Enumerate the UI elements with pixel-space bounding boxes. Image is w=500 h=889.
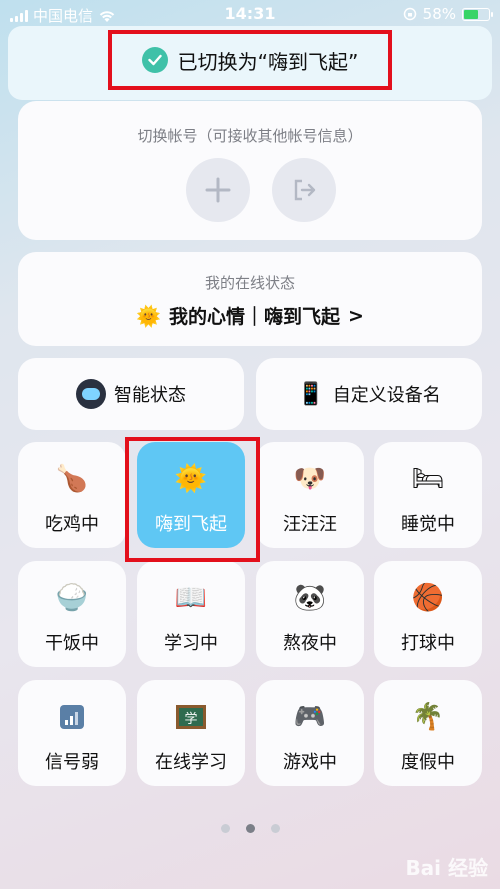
- page-dot[interactable]: [270, 824, 280, 833]
- page-indicator: [0, 824, 500, 833]
- tile-label: 游戏中: [283, 752, 337, 773]
- orientation-lock-icon: [403, 7, 416, 21]
- mood-text: 我的心情｜嗨到飞起: [168, 306, 340, 328]
- custom-device-name-button[interactable]: 📱 自定义设备名: [256, 358, 482, 430]
- signal-icon: [55, 700, 89, 734]
- tile-label: 度假中: [401, 752, 455, 773]
- online-status-title: 我的在线状态: [204, 274, 295, 292]
- status-tile-studying[interactable]: 📖 学习中: [137, 561, 245, 667]
- tile-label: 学习中: [164, 633, 218, 654]
- robot-icon: [76, 379, 106, 409]
- toast-message: 已切换为“嗨到飞起”: [177, 49, 359, 74]
- status-tile-ball[interactable]: 🏀 打球中: [374, 561, 482, 667]
- page-dot-active[interactable]: [245, 824, 255, 833]
- dog-icon: 🐶: [293, 464, 327, 494]
- book-icon: 📖: [174, 583, 208, 613]
- tile-label: 信号弱: [45, 752, 99, 773]
- basketball-icon: 🏀: [411, 583, 445, 613]
- status-tile-online-study[interactable]: 学 在线学习: [137, 680, 245, 786]
- status-tile-gaming[interactable]: 🎮 游戏中: [256, 680, 364, 786]
- status-tile-late-night[interactable]: 🐼 熬夜中: [256, 561, 364, 667]
- status-tile-eating[interactable]: 🍚 干饭中: [18, 561, 126, 667]
- switch-toast: 已切换为“嗨到飞起”: [8, 26, 492, 100]
- status-tile-sleeping[interactable]: 🛏 睡觉中: [374, 442, 482, 548]
- online-status-card[interactable]: 我的在线状态 🌞 我的心情｜嗨到飞起 >: [18, 252, 482, 346]
- palm-tree-icon: 🌴: [411, 702, 445, 732]
- tile-label: 汪汪汪: [283, 514, 337, 535]
- status-right: 58%: [403, 5, 493, 23]
- tile-label: 干饭中: [45, 633, 99, 654]
- battery-icon: [462, 7, 493, 21]
- tile-label: 睡觉中: [401, 514, 455, 535]
- status-tile-vacation[interactable]: 🌴 度假中: [374, 680, 482, 786]
- logout-button[interactable]: [272, 158, 336, 222]
- status-bar: 中国电信 14:31 58%: [0, 0, 500, 28]
- chevron-right-icon: >: [348, 304, 364, 327]
- logout-icon: [294, 179, 316, 201]
- tile-label: 吃鸡中: [45, 514, 99, 535]
- panda-icon: 🐼: [293, 583, 327, 613]
- tile-label: 熬夜中: [283, 633, 337, 654]
- toast-highlight: 已切换为“嗨到飞起”: [108, 30, 392, 90]
- tile-label: 打球中: [401, 633, 455, 654]
- custom-device-name-label: 自定义设备名: [332, 385, 441, 406]
- check-icon: [141, 47, 168, 73]
- rice-bowl-icon: 🍚: [55, 583, 89, 613]
- smart-status-label: 智能状态: [114, 385, 186, 406]
- plus-icon: [205, 177, 231, 203]
- blackboard-glyph: 学: [176, 705, 206, 729]
- page-dot[interactable]: [220, 824, 230, 833]
- smart-status-button[interactable]: 智能状态: [18, 358, 244, 430]
- mood-row[interactable]: 🌞 我的心情｜嗨到飞起 >: [18, 302, 482, 329]
- watermark: Bai 经验: [405, 856, 488, 880]
- account-card: 切换帐号（可接收其他帐号信息）: [18, 101, 482, 240]
- roast-chicken-icon: 🍗: [55, 464, 89, 494]
- selection-highlight: [125, 437, 260, 562]
- status-tile-weak-signal[interactable]: 信号弱: [18, 680, 126, 786]
- gamepad-icon: 🎮: [293, 702, 327, 732]
- status-tile-chicken[interactable]: 🍗 吃鸡中: [18, 442, 126, 548]
- bed-icon: 🛏: [411, 464, 445, 494]
- blackboard-icon: 学: [174, 700, 208, 734]
- account-title: 切换帐号（可接收其他帐号信息）: [137, 127, 363, 145]
- phone-icon: 📱: [297, 381, 325, 407]
- battery-percent: 58%: [422, 5, 456, 23]
- sun-icon: 🌞: [136, 303, 161, 328]
- add-account-button[interactable]: [186, 158, 250, 222]
- tile-label: 在线学习: [155, 752, 227, 773]
- status-tile-woof[interactable]: 🐶 汪汪汪: [256, 442, 364, 548]
